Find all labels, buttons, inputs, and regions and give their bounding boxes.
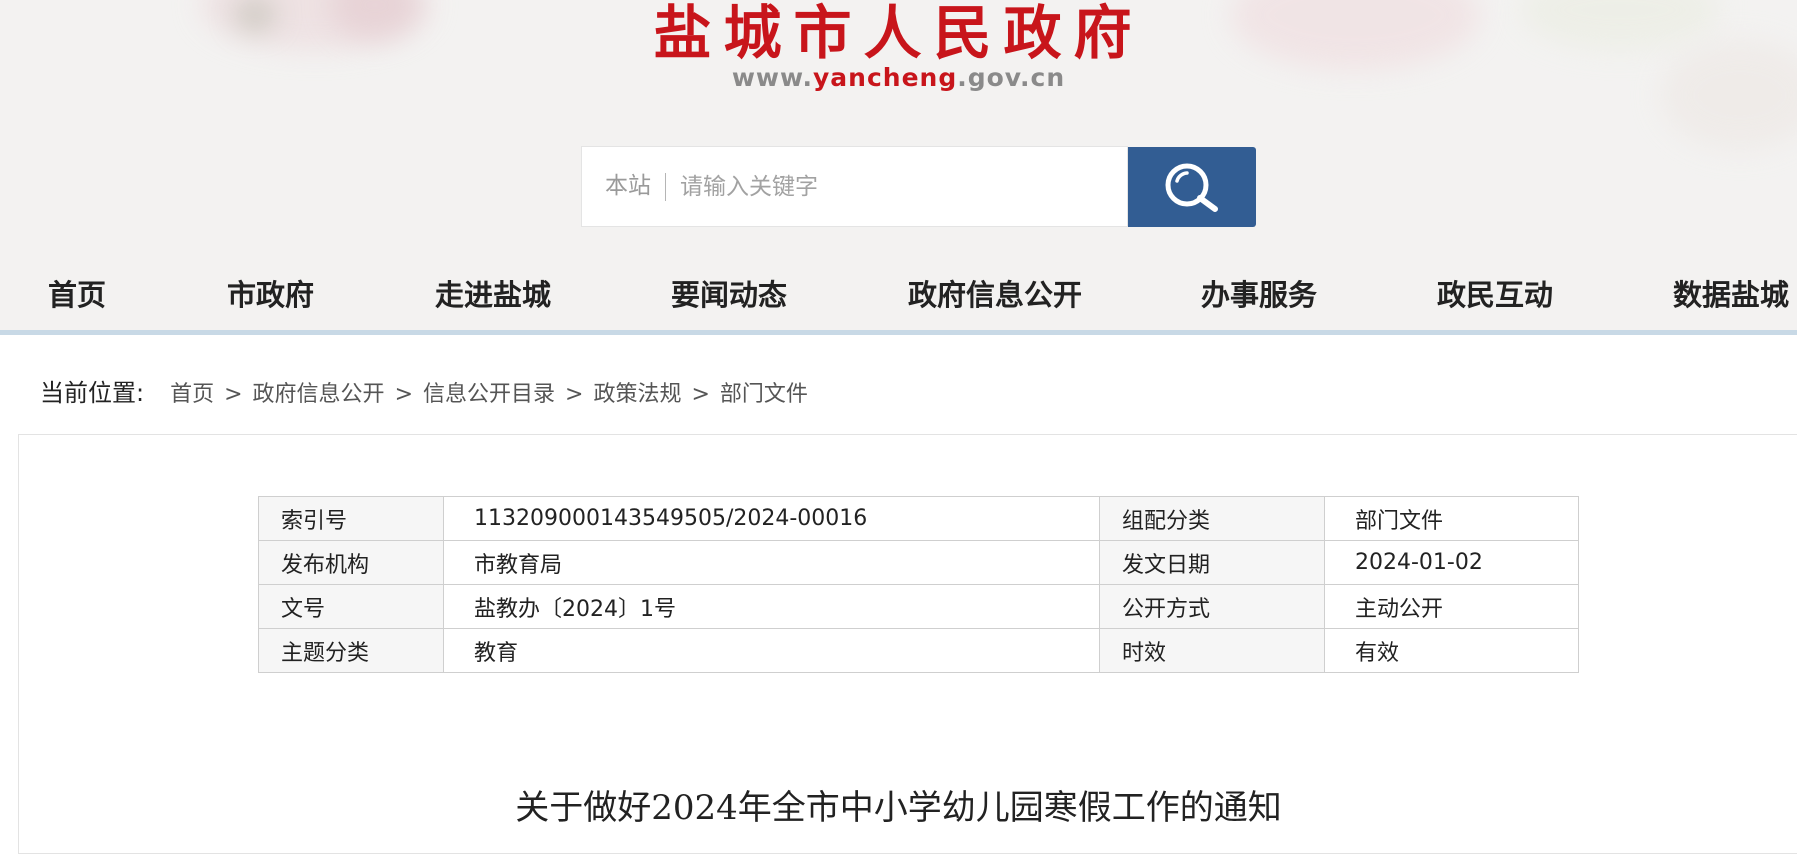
document-title: 关于做好2024年全市中小学幼儿园寒假工作的通知 — [515, 788, 1282, 828]
meta-label-validity: 时效 — [1099, 628, 1325, 673]
meta-value-disclosure: 主动公开 — [1324, 584, 1579, 629]
meta-value-category: 部门文件 — [1324, 496, 1579, 541]
search-input[interactable] — [680, 147, 1100, 226]
domain-prefix: www. — [731, 63, 813, 92]
meta-value-doc-number: 盐教办〔2024〕1号 — [443, 584, 1100, 629]
breadcrumb-separator: > — [691, 382, 710, 407]
domain-highlight: yancheng — [813, 63, 958, 92]
breadcrumb-government-info[interactable]: 政府信息公开 — [253, 382, 385, 407]
nav-item-government-info[interactable]: 政府信息公开 — [908, 272, 1082, 314]
table-row: 发布机构 市教育局 发文日期 2024-01-02 — [258, 540, 1579, 585]
meta-value-validity: 有效 — [1324, 628, 1579, 673]
nav-item-interaction[interactable]: 政民互动 — [1437, 272, 1553, 314]
search-box: 本站 — [581, 146, 1128, 227]
document-metadata-table: 索引号 113209000143549505/2024-00016 组配分类 部… — [258, 496, 1579, 673]
search-scope-label[interactable]: 本站 — [605, 147, 651, 226]
breadcrumb-info-catalog[interactable]: 信息公开目录 — [423, 382, 555, 407]
site-logo-title[interactable]: 盐城市人民政府 — [0, 0, 1797, 70]
meta-label-issue-date: 发文日期 — [1099, 540, 1325, 585]
meta-label-doc-number: 文号 — [258, 584, 444, 629]
breadcrumb-separator: > — [394, 382, 413, 407]
meta-label-index: 索引号 — [258, 496, 444, 541]
nav-item-services[interactable]: 办事服务 — [1201, 272, 1317, 314]
meta-value-topic: 教育 — [443, 628, 1100, 673]
nav-item-home[interactable]: 首页 — [48, 272, 106, 314]
meta-value-index: 113209000143549505/2024-00016 — [443, 496, 1100, 541]
breadcrumb-policies[interactable]: 政策法规 — [593, 382, 681, 407]
nav-item-about-yancheng[interactable]: 走进盐城 — [435, 272, 551, 314]
main-nav: 首页 市政府 走进盐城 要闻动态 政府信息公开 办事服务 政民互动 数据盐城 — [0, 272, 1797, 320]
meta-value-issue-date: 2024-01-02 — [1324, 540, 1579, 585]
table-row: 索引号 113209000143549505/2024-00016 组配分类 部… — [258, 496, 1579, 541]
search-button[interactable] — [1128, 147, 1256, 227]
site-header: 盐城市人民政府 www.yancheng.gov.cn 本站 首页 市政府 走进… — [0, 0, 1797, 332]
meta-label-publisher: 发布机构 — [258, 540, 444, 585]
nav-item-data-yancheng[interactable]: 数据盐城 — [1673, 272, 1789, 314]
meta-value-publisher: 市教育局 — [443, 540, 1100, 585]
table-row: 文号 盐教办〔2024〕1号 公开方式 主动公开 — [258, 584, 1579, 629]
domain-suffix: .gov.cn — [957, 63, 1066, 92]
breadcrumb-separator: > — [224, 382, 243, 407]
nav-item-news[interactable]: 要闻动态 — [671, 272, 787, 314]
breadcrumb: 当前位置: 首页 > 政府信息公开 > 信息公开目录 > 政策法规 > 部门文件 — [40, 373, 808, 408]
nav-underline — [0, 330, 1797, 335]
site-domain: www.yancheng.gov.cn — [0, 63, 1797, 92]
meta-label-disclosure: 公开方式 — [1099, 584, 1325, 629]
breadcrumb-department-docs[interactable]: 部门文件 — [720, 382, 808, 407]
meta-label-topic: 主题分类 — [258, 628, 444, 673]
table-row: 主题分类 教育 时效 有效 — [258, 628, 1579, 673]
meta-label-category: 组配分类 — [1099, 496, 1325, 541]
search-divider — [665, 173, 666, 201]
breadcrumb-home[interactable]: 首页 — [170, 382, 214, 407]
nav-item-city-government[interactable]: 市政府 — [227, 272, 314, 314]
breadcrumb-separator: > — [565, 382, 584, 407]
search-icon — [1165, 163, 1218, 212]
breadcrumb-label: 当前位置: — [40, 379, 145, 407]
